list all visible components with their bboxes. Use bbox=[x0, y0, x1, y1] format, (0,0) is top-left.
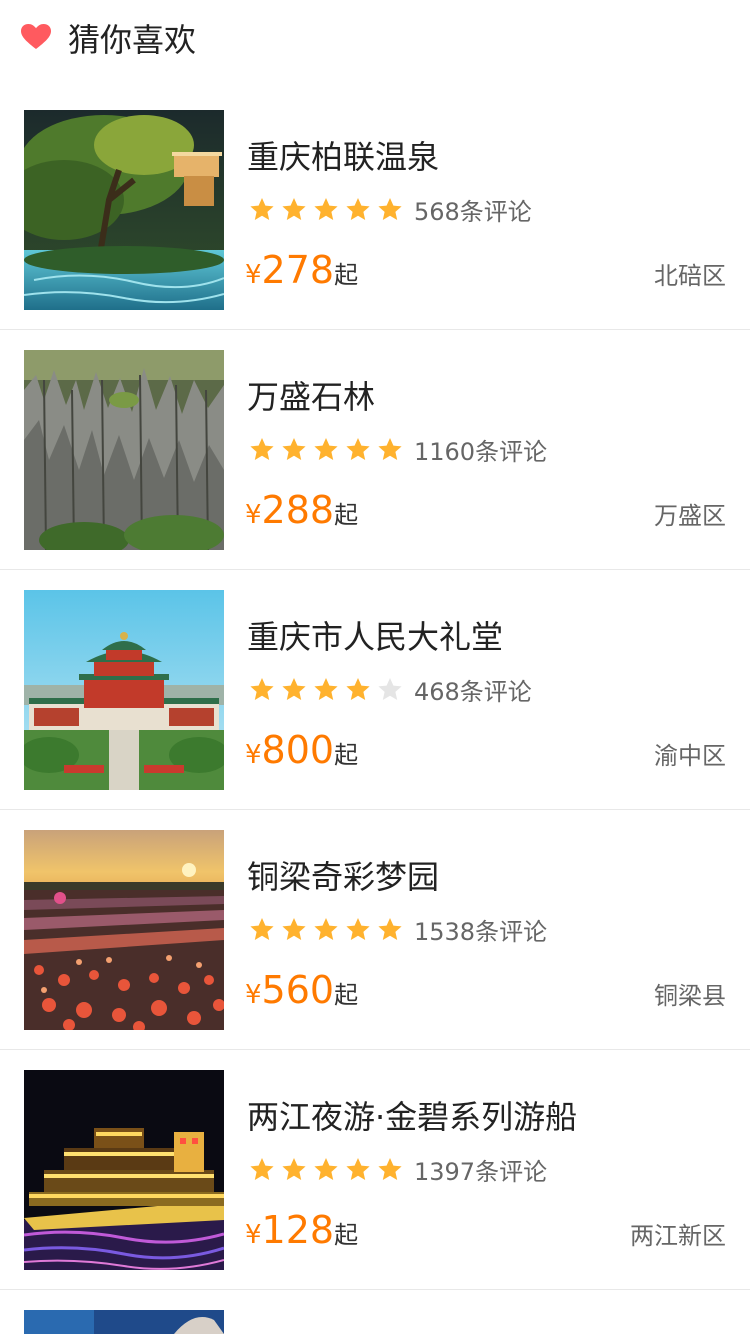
rating-stars bbox=[248, 676, 408, 704]
rating-stars bbox=[248, 436, 408, 464]
price: ¥128起 bbox=[245, 1206, 358, 1262]
star-filled-icon bbox=[248, 436, 280, 464]
attraction-card[interactable]: 两江夜游·金碧系列游船 1397条评论 ¥128起 两江新区 bbox=[0, 1050, 750, 1290]
star-filled-icon bbox=[248, 196, 280, 224]
star-filled-icon bbox=[280, 1156, 312, 1184]
star-filled-icon bbox=[344, 676, 376, 704]
price-suffix: 起 bbox=[334, 501, 359, 529]
heart-icon bbox=[21, 24, 51, 50]
star-filled-icon bbox=[376, 916, 408, 944]
star-filled-icon bbox=[248, 1156, 280, 1184]
district-label: 两江新区 bbox=[630, 1222, 726, 1250]
price: ¥278起 bbox=[245, 246, 358, 302]
price-value: 128 bbox=[261, 1208, 335, 1252]
star-filled-icon bbox=[248, 676, 280, 704]
rating-stars bbox=[248, 1156, 408, 1184]
attraction-name[interactable]: 重庆市人民大礼堂 bbox=[247, 616, 503, 658]
star-empty-icon bbox=[376, 676, 408, 704]
currency-symbol: ¥ bbox=[245, 740, 262, 770]
attraction-card[interactable]: 重庆市人民大礼堂 468条评论 ¥800起 渝中区 bbox=[0, 570, 750, 810]
star-filled-icon bbox=[312, 196, 344, 224]
section-title: 猜你喜欢 bbox=[68, 21, 197, 59]
price-suffix: 起 bbox=[334, 261, 359, 289]
price-value: 560 bbox=[261, 968, 335, 1012]
attraction-card[interactable]: 万盛石林 1160条评论 ¥288起 万盛区 bbox=[0, 330, 750, 570]
section-header: 猜你喜欢 bbox=[0, 0, 750, 90]
attraction-thumbnail-stone-forest[interactable] bbox=[24, 350, 224, 550]
star-filled-icon bbox=[280, 676, 312, 704]
price: ¥288起 bbox=[245, 486, 358, 542]
price: ¥560起 bbox=[245, 966, 358, 1022]
currency-symbol: ¥ bbox=[245, 980, 262, 1010]
district-label: 万盛区 bbox=[654, 502, 726, 530]
price-suffix: 起 bbox=[334, 1221, 359, 1249]
star-filled-icon bbox=[376, 1156, 408, 1184]
star-filled-icon bbox=[344, 436, 376, 464]
attraction-name[interactable]: 重庆柏联温泉 bbox=[247, 136, 439, 178]
currency-symbol: ¥ bbox=[245, 260, 262, 290]
star-filled-icon bbox=[312, 916, 344, 944]
star-filled-icon bbox=[376, 436, 408, 464]
review-count: 468条评论 bbox=[414, 678, 532, 706]
attraction-card-partial[interactable] bbox=[0, 1290, 750, 1334]
price-suffix: 起 bbox=[334, 981, 359, 1009]
attraction-card[interactable]: 铜梁奇彩梦园 1538条评论 ¥560起 铜梁县 bbox=[0, 810, 750, 1050]
attraction-name[interactable]: 两江夜游·金碧系列游船 bbox=[247, 1096, 577, 1138]
review-count: 1397条评论 bbox=[414, 1158, 548, 1186]
price: ¥800起 bbox=[245, 726, 358, 782]
star-filled-icon bbox=[280, 916, 312, 944]
attraction-thumbnail-hot-spring[interactable] bbox=[24, 110, 224, 310]
star-filled-icon bbox=[376, 196, 408, 224]
price-value: 288 bbox=[261, 488, 335, 532]
review-count: 1160条评论 bbox=[414, 438, 548, 466]
attraction-thumbnail-partial[interactable] bbox=[24, 1310, 224, 1334]
attraction-thumbnail-flower-garden[interactable] bbox=[24, 830, 224, 1030]
attraction-list: 重庆柏联温泉 568条评论 ¥278起 北碚区 万盛石林 1160条评论 ¥28… bbox=[0, 90, 750, 1334]
rating-stars bbox=[248, 196, 408, 224]
currency-symbol: ¥ bbox=[245, 1220, 262, 1250]
attraction-card[interactable]: 重庆柏联温泉 568条评论 ¥278起 北碚区 bbox=[0, 90, 750, 330]
star-filled-icon bbox=[344, 1156, 376, 1184]
district-label: 北碚区 bbox=[654, 262, 726, 290]
attraction-name[interactable]: 铜梁奇彩梦园 bbox=[247, 856, 439, 898]
star-filled-icon bbox=[312, 676, 344, 704]
district-label: 铜梁县 bbox=[654, 982, 726, 1010]
review-count: 1538条评论 bbox=[414, 918, 548, 946]
attraction-name[interactable]: 万盛石林 bbox=[247, 376, 375, 418]
recommendation-page: 猜你喜欢 重庆柏联温泉 568条评论 ¥278起 北碚区 万盛石林 1160条评… bbox=[0, 0, 750, 1334]
star-filled-icon bbox=[248, 916, 280, 944]
price-value: 278 bbox=[261, 248, 335, 292]
district-label: 渝中区 bbox=[654, 742, 726, 770]
star-filled-icon bbox=[344, 196, 376, 224]
star-filled-icon bbox=[312, 436, 344, 464]
star-filled-icon bbox=[280, 196, 312, 224]
star-filled-icon bbox=[344, 916, 376, 944]
rating-stars bbox=[248, 916, 408, 944]
price-suffix: 起 bbox=[334, 741, 359, 769]
currency-symbol: ¥ bbox=[245, 500, 262, 530]
star-filled-icon bbox=[280, 436, 312, 464]
attraction-thumbnail-night-cruise[interactable] bbox=[24, 1070, 224, 1270]
price-value: 800 bbox=[261, 728, 335, 772]
attraction-thumbnail-great-hall[interactable] bbox=[24, 590, 224, 790]
star-filled-icon bbox=[312, 1156, 344, 1184]
review-count: 568条评论 bbox=[414, 198, 532, 226]
